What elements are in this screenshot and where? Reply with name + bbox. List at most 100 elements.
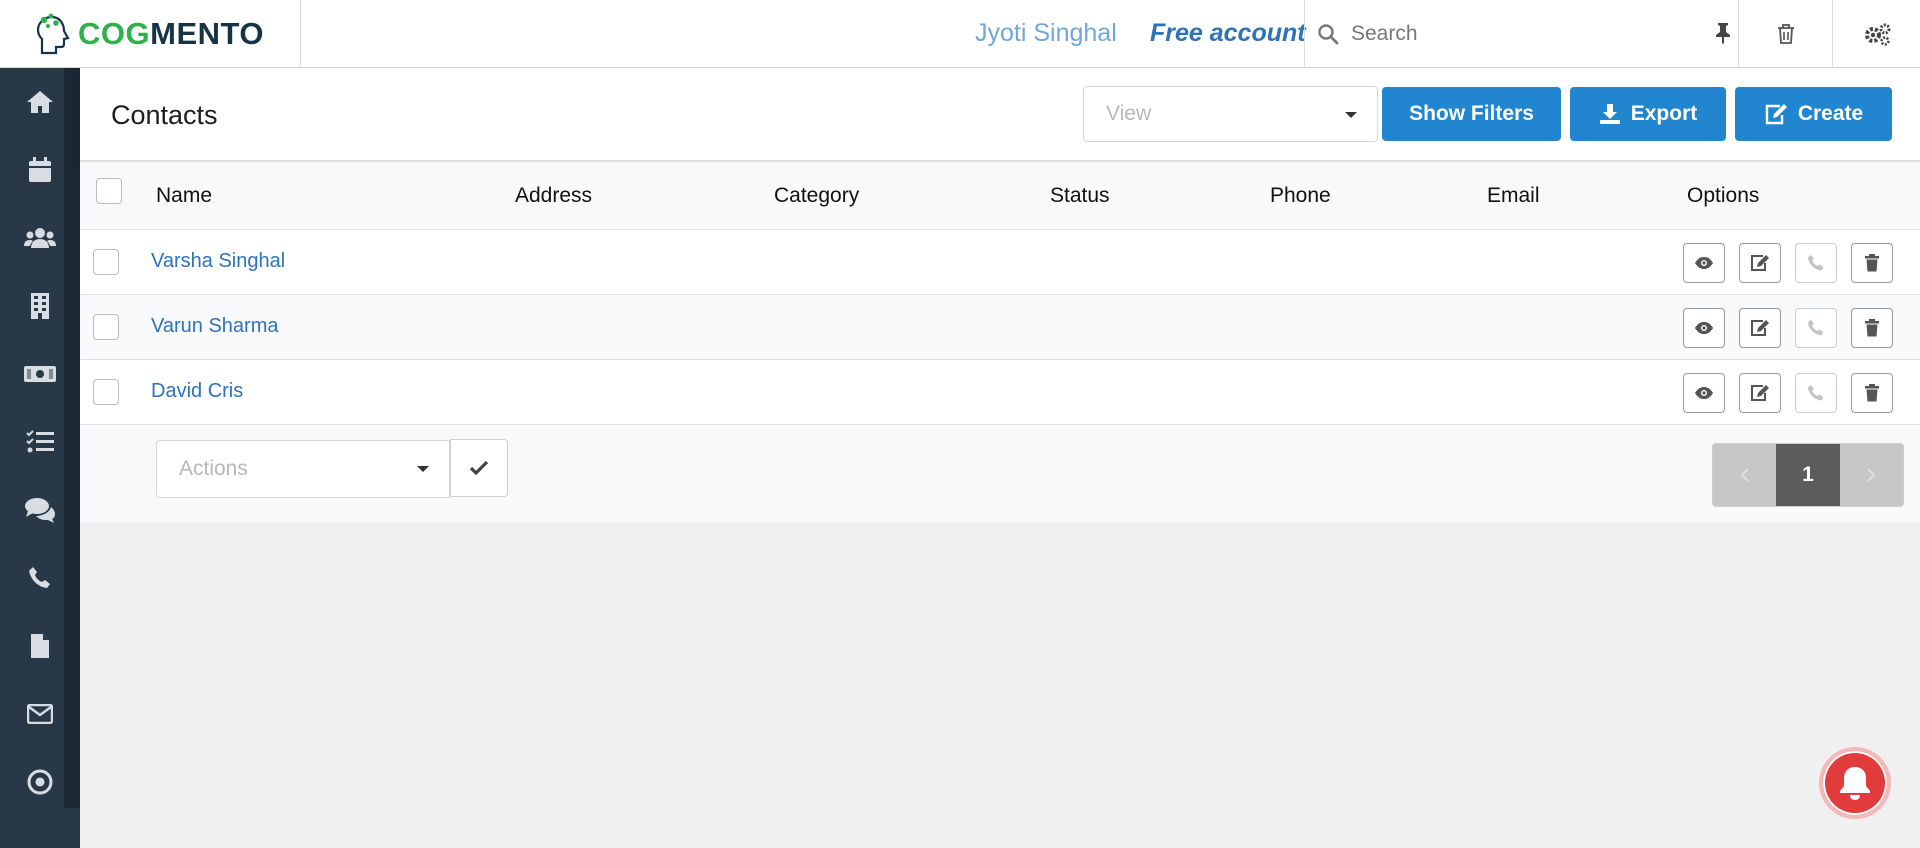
column-header-email[interactable]: Email [1487, 184, 1540, 208]
sidebar-item-cases[interactable] [24, 494, 56, 526]
contact-name-link[interactable]: David Cris [151, 380, 243, 403]
column-header-category[interactable]: Category [774, 184, 859, 208]
column-header-status[interactable]: Status [1050, 184, 1110, 208]
phone-icon [1807, 319, 1824, 336]
contact-name-link[interactable]: Varsha Singhal [151, 250, 285, 273]
actions-dropdown-text: Actions [179, 457, 248, 480]
gears-icon [1864, 23, 1890, 46]
trash-icon [1777, 24, 1794, 44]
chevron-right-icon [1867, 468, 1876, 482]
next-page-button[interactable] [1839, 444, 1903, 506]
home-icon [27, 91, 53, 113]
export-button[interactable]: Export [1570, 87, 1726, 141]
check-icon [469, 460, 489, 476]
sidebar-item-email[interactable] [24, 698, 56, 730]
prev-page-button[interactable] [1713, 444, 1777, 506]
column-header-phone[interactable]: Phone [1270, 184, 1331, 208]
pin-icon[interactable] [1708, 22, 1738, 46]
view-dropdown-text: View [1106, 102, 1152, 125]
edit-button[interactable] [1739, 243, 1781, 283]
show-filters-button[interactable]: Show Filters [1382, 87, 1561, 141]
sidebar-item-tasks[interactable] [24, 426, 56, 458]
view-button[interactable] [1683, 243, 1725, 283]
trash-icon [1865, 254, 1879, 272]
delete-button[interactable] [1851, 373, 1893, 413]
chevron-left-icon [1740, 468, 1749, 482]
eye-icon [1695, 387, 1713, 399]
delete-button[interactable] [1851, 243, 1893, 283]
actions-dropdown[interactable]: Actions [156, 440, 450, 498]
row-checkbox[interactable] [93, 379, 119, 405]
search-box [1304, 0, 1738, 68]
building-icon [31, 293, 49, 319]
sidebar [0, 68, 80, 848]
settings-button[interactable] [1832, 0, 1920, 68]
edit-icon [1751, 320, 1769, 336]
view-dropdown[interactable]: View [1083, 86, 1378, 142]
contact-name-link[interactable]: Varun Sharma [151, 315, 278, 338]
table-row: Varsha Singhal [80, 230, 1920, 295]
dropdown-caret-icon [417, 466, 429, 472]
download-icon [1599, 104, 1620, 124]
call-button[interactable] [1795, 373, 1837, 413]
column-header-name[interactable]: Name [156, 184, 212, 208]
account-type[interactable]: Free account [1150, 19, 1306, 48]
column-header-options: Options [1687, 184, 1760, 207]
contacts-table: Name Address Category Status Phone Email… [80, 162, 1920, 522]
comments-icon [25, 498, 55, 523]
phone-icon [29, 567, 50, 588]
call-button[interactable] [1795, 243, 1837, 283]
edit-icon [1765, 104, 1787, 125]
sidebar-item-deals[interactable] [24, 358, 56, 390]
row-checkbox[interactable] [93, 314, 119, 340]
top-bar: COGMENTO Jyoti Singhal Free account [0, 0, 1920, 68]
table-footer: Actions 1 [80, 425, 1920, 522]
search-input[interactable] [1351, 22, 1681, 46]
edit-button[interactable] [1739, 373, 1781, 413]
notifications-button[interactable] [1819, 747, 1891, 819]
users-icon [24, 228, 56, 248]
edit-icon [1751, 385, 1769, 401]
trash-button[interactable] [1738, 0, 1832, 68]
sidebar-item-campaigns[interactable] [24, 766, 56, 798]
table-row: David Cris [80, 360, 1920, 425]
sidebar-item-home[interactable] [24, 86, 56, 118]
column-header-address[interactable]: Address [515, 184, 592, 208]
sidebar-item-contacts[interactable] [24, 222, 56, 254]
export-label: Export [1630, 102, 1698, 125]
table-row: Varun Sharma [80, 295, 1920, 360]
view-button[interactable] [1683, 308, 1725, 348]
trash-icon [1865, 319, 1879, 337]
user-name[interactable]: Jyoti Singhal [975, 19, 1117, 48]
edit-button[interactable] [1739, 308, 1781, 348]
trash-icon [1865, 384, 1879, 402]
sidebar-item-calendar[interactable] [24, 154, 56, 186]
sidebar-item-companies[interactable] [24, 290, 56, 322]
delete-button[interactable] [1851, 308, 1893, 348]
brain-logo-icon [36, 13, 70, 55]
phone-icon [1807, 254, 1824, 271]
create-button[interactable]: Create [1735, 87, 1892, 141]
show-filters-label: Show Filters [1409, 102, 1534, 125]
brand-name-part2: MENTO [150, 16, 265, 51]
edit-icon [1751, 255, 1769, 271]
bullseye-icon [27, 769, 53, 795]
sidebar-scrollbar[interactable] [64, 68, 80, 808]
envelope-icon [27, 704, 53, 724]
search-icon [1305, 23, 1351, 45]
eye-icon [1695, 257, 1713, 269]
apply-action-button[interactable] [450, 439, 508, 497]
sidebar-item-documents[interactable] [24, 630, 56, 662]
call-button[interactable] [1795, 308, 1837, 348]
row-checkbox[interactable] [93, 249, 119, 275]
brand-name: COGMENTO [78, 16, 264, 52]
dropdown-caret-icon [1345, 112, 1357, 118]
logo[interactable]: COGMENTO [0, 0, 301, 68]
eye-icon [1695, 322, 1713, 334]
current-page[interactable]: 1 [1776, 444, 1840, 506]
phone-icon [1807, 384, 1824, 401]
sidebar-item-calls[interactable] [24, 562, 56, 594]
view-button[interactable] [1683, 373, 1725, 413]
select-all-checkbox[interactable] [96, 178, 122, 204]
brand-name-part1: COG [78, 16, 151, 51]
